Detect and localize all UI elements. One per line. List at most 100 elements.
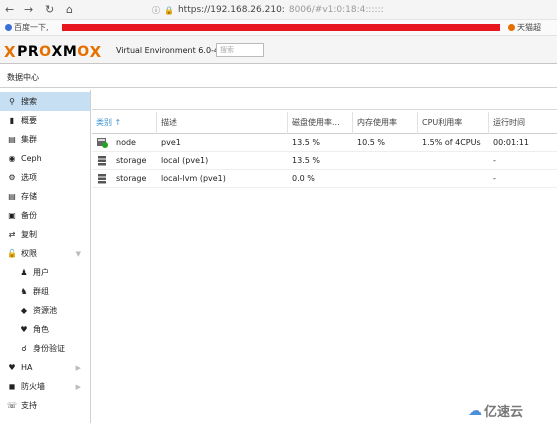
sidebar-item-label: 存储 (21, 192, 37, 201)
user-icon: ♟ (20, 268, 28, 277)
lock-icon: 🔒 (164, 5, 174, 15)
cell-cpu (418, 170, 422, 188)
role-icon: ♥ (20, 325, 28, 334)
sidebar-item-label: 集群 (21, 135, 37, 144)
backup-icon: ▣ (8, 211, 16, 220)
cluster-icon: ▤ (8, 135, 16, 144)
sidebar-item-label: 权限 (21, 249, 37, 258)
sidebar-item-label: 用户 (33, 268, 49, 277)
cell-disk: 0.0 % (292, 174, 315, 183)
sidebar: ⚲ 搜索 ▮ 概要 ▤ 集群 ◉ Ceph ⚙ 选项 ▤ 存储 ▣ 备份 ⇄ 复… (0, 90, 91, 423)
sidebar-item-replication[interactable]: ⇄ 复制 (0, 225, 90, 244)
column-header-description[interactable]: 描述 (157, 112, 288, 134)
group-icon: ♞ (20, 287, 28, 296)
bookmark-baidu[interactable]: 百度一下, (5, 22, 49, 33)
sidebar-item-label: 资源池 (33, 306, 57, 315)
sidebar-item-groups[interactable]: ♞ 群组 (0, 282, 90, 301)
datacenter-bar: 数据中心 (0, 64, 557, 88)
cell-uptime: 00:01:11 (493, 138, 529, 147)
support-icon: ☏ (6, 401, 17, 410)
storage-icon (98, 156, 106, 166)
column-header-disk[interactable]: 磁盘使用率... (288, 112, 353, 134)
info-icon: ⓘ (152, 5, 160, 15)
cell-type: node (116, 138, 136, 147)
main-toolbar (92, 90, 557, 110)
table-row[interactable]: storage local-lvm (pve1) 0.0 % - (92, 170, 557, 188)
back-icon[interactable]: ← (5, 3, 14, 17)
bookmark-label: 天猫超 (517, 23, 541, 32)
sidebar-item-summary[interactable]: ▮ 概要 (0, 111, 90, 130)
column-header-memory[interactable]: 内存使用率 (353, 112, 418, 134)
table-row[interactable]: storage local (pve1) 13.5 % - (92, 152, 557, 170)
cell-memory (353, 152, 357, 170)
pool-icon: ◆ (20, 306, 28, 315)
summary-icon: ▮ (9, 116, 15, 125)
sidebar-item-support[interactable]: ☏ 支持 (0, 396, 90, 415)
sidebar-item-roles[interactable]: ♥ 角色 (0, 320, 90, 339)
sidebar-item-label: HA (21, 363, 33, 372)
sidebar-item-label: Ceph (21, 154, 42, 163)
watermark-label: 亿速云 (484, 405, 524, 420)
sidebar-item-label: 概要 (21, 116, 37, 125)
reload-icon[interactable]: ↻ (45, 3, 54, 17)
cell-disk: 13.5 % (292, 156, 320, 165)
table-row[interactable]: node pve1 13.5 % 10.5 % 1.5% of 4CPUs 00… (92, 134, 557, 152)
cell-type: storage (116, 156, 147, 165)
redaction-bar (62, 24, 500, 31)
sidebar-item-label: 支持 (21, 401, 37, 410)
column-header-cpu[interactable]: CPU利用率 (418, 112, 489, 134)
page-title: 数据中心 (7, 73, 39, 82)
sidebar-item-options[interactable]: ⚙ 选项 (0, 168, 90, 187)
auth-icon: ☌ (21, 344, 27, 353)
sidebar-item-label: 防火墙 (21, 382, 45, 391)
column-header-type[interactable]: 类别 ↑ (92, 112, 157, 134)
cell-uptime: - (493, 174, 496, 183)
sidebar-item-cluster[interactable]: ▤ 集群 (0, 130, 90, 149)
sidebar-item-label: 搜索 (21, 97, 37, 106)
sidebar-item-authentication[interactable]: ☌ 身份验证 (0, 339, 90, 358)
cell-cpu: 1.5% of 4CPUs (422, 138, 481, 147)
url-path: 8006/#v1:0:18:4:::::: (288, 5, 384, 15)
bookmark-label: 百度一下, (14, 23, 49, 32)
sidebar-item-firewall[interactable]: ◼ 防火墙 ▶ (0, 377, 90, 396)
cell-description: local-lvm (pve1) (161, 174, 226, 183)
bookmark-tmall[interactable]: 天猫超 (508, 22, 541, 33)
cell-uptime: - (493, 156, 496, 165)
column-header-uptime[interactable]: 运行时间 (489, 112, 557, 134)
search-input[interactable]: 搜索 (216, 43, 264, 57)
sidebar-item-ha[interactable]: ♥ HA ▶ (0, 358, 90, 377)
storage-icon: ▤ (8, 192, 16, 201)
cell-disk: 13.5 % (292, 138, 320, 147)
sidebar-item-label: 群组 (33, 287, 49, 296)
storage-icon (98, 174, 106, 184)
pve-header: X PR O XM O X Virtual Environment 6.0-4 搜索 (0, 36, 557, 64)
options-icon: ⚙ (8, 173, 16, 182)
sidebar-item-label: 复制 (21, 230, 37, 239)
sidebar-item-ceph[interactable]: ◉ Ceph (0, 149, 90, 168)
sidebar-item-label: 角色 (33, 325, 49, 334)
sidebar-item-label: 身份验证 (33, 344, 65, 353)
sidebar-item-pools[interactable]: ◆ 资源池 (0, 301, 90, 320)
home-icon[interactable]: ⌂ (66, 3, 73, 17)
sidebar-item-permissions[interactable]: 🔓 权限 ▼ (0, 244, 90, 263)
forward-icon[interactable]: → (24, 3, 33, 17)
bookmarks-bar: 百度一下, 天猫超 (0, 20, 557, 36)
url-host: https://192.168.26.210: (177, 5, 285, 15)
chevron-right-icon[interactable]: ▶ (76, 383, 81, 391)
chevron-down-icon[interactable]: ▼ (76, 250, 81, 258)
sidebar-item-backup[interactable]: ▣ 备份 (0, 206, 90, 225)
cell-description: local (pve1) (161, 156, 209, 165)
cell-memory (353, 170, 357, 188)
cell-cpu (418, 152, 422, 170)
cell-type: storage (116, 174, 147, 183)
ceph-icon: ◉ (8, 154, 16, 163)
chevron-right-icon[interactable]: ▶ (76, 364, 81, 372)
sidebar-item-storage[interactable]: ▤ 存储 (0, 187, 90, 206)
tmall-icon (508, 24, 515, 31)
sidebar-item-search[interactable]: ⚲ 搜索 (0, 92, 90, 111)
address-bar[interactable]: ⓘ 🔒 https://192.168.26.210: 8006/#v1:0:18… (152, 3, 384, 17)
browser-toolbar: ← → ↻ ⌂ ⓘ 🔒 https://192.168.26.210: 8006/… (0, 0, 557, 20)
cell-description: pve1 (161, 138, 181, 147)
sidebar-item-users[interactable]: ♟ 用户 (0, 263, 90, 282)
grid-header: 类别 ↑ 描述 磁盘使用率... 内存使用率 CPU利用率 运行时间 (92, 112, 557, 134)
